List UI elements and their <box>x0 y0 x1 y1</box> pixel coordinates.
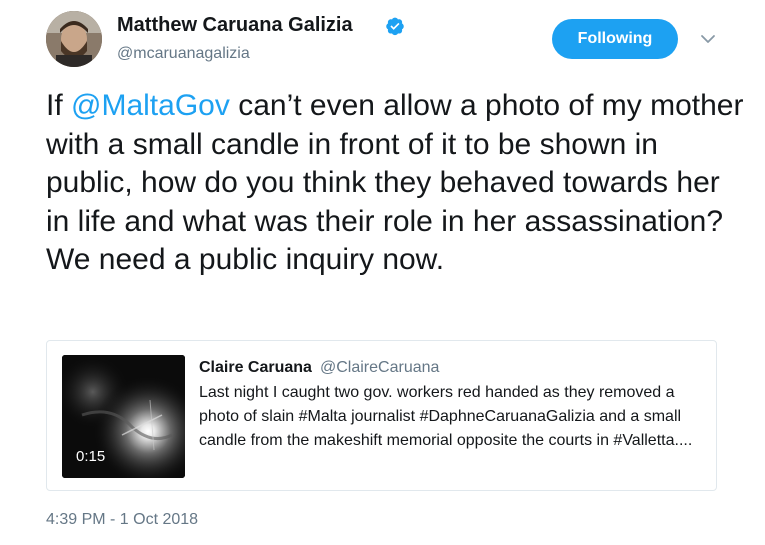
mention-link[interactable]: @MaltaGov <box>71 89 230 122</box>
video-duration: 0:15 <box>76 448 106 465</box>
tweet-text-prefix: If <box>46 89 72 122</box>
quoted-author-handle[interactable]: @ClaireCaruana <box>320 358 439 378</box>
author-handle[interactable]: @mcaruanagalizia <box>117 44 250 64</box>
video-thumbnail[interactable]: 0:15 <box>62 355 185 478</box>
quoted-tweet-card[interactable]: 0:15 Claire Caruana @ClaireCaruana Last … <box>46 340 717 491</box>
chevron-down-icon[interactable] <box>700 31 716 47</box>
quoted-author-name[interactable]: Claire Caruana <box>199 358 312 378</box>
following-button[interactable]: Following <box>552 19 678 59</box>
avatar[interactable] <box>46 11 102 67</box>
tweet-text: If @MaltaGov can’t even allow a photo of… <box>46 87 746 280</box>
verified-badge-icon <box>386 17 404 36</box>
tweet-timestamp[interactable]: 4:39 PM - 1 Oct 2018 <box>46 510 198 530</box>
quoted-tweet-text: Last night I caught two gov. workers red… <box>199 384 693 449</box>
author-name[interactable]: Matthew Caruana Galizia <box>117 13 353 37</box>
